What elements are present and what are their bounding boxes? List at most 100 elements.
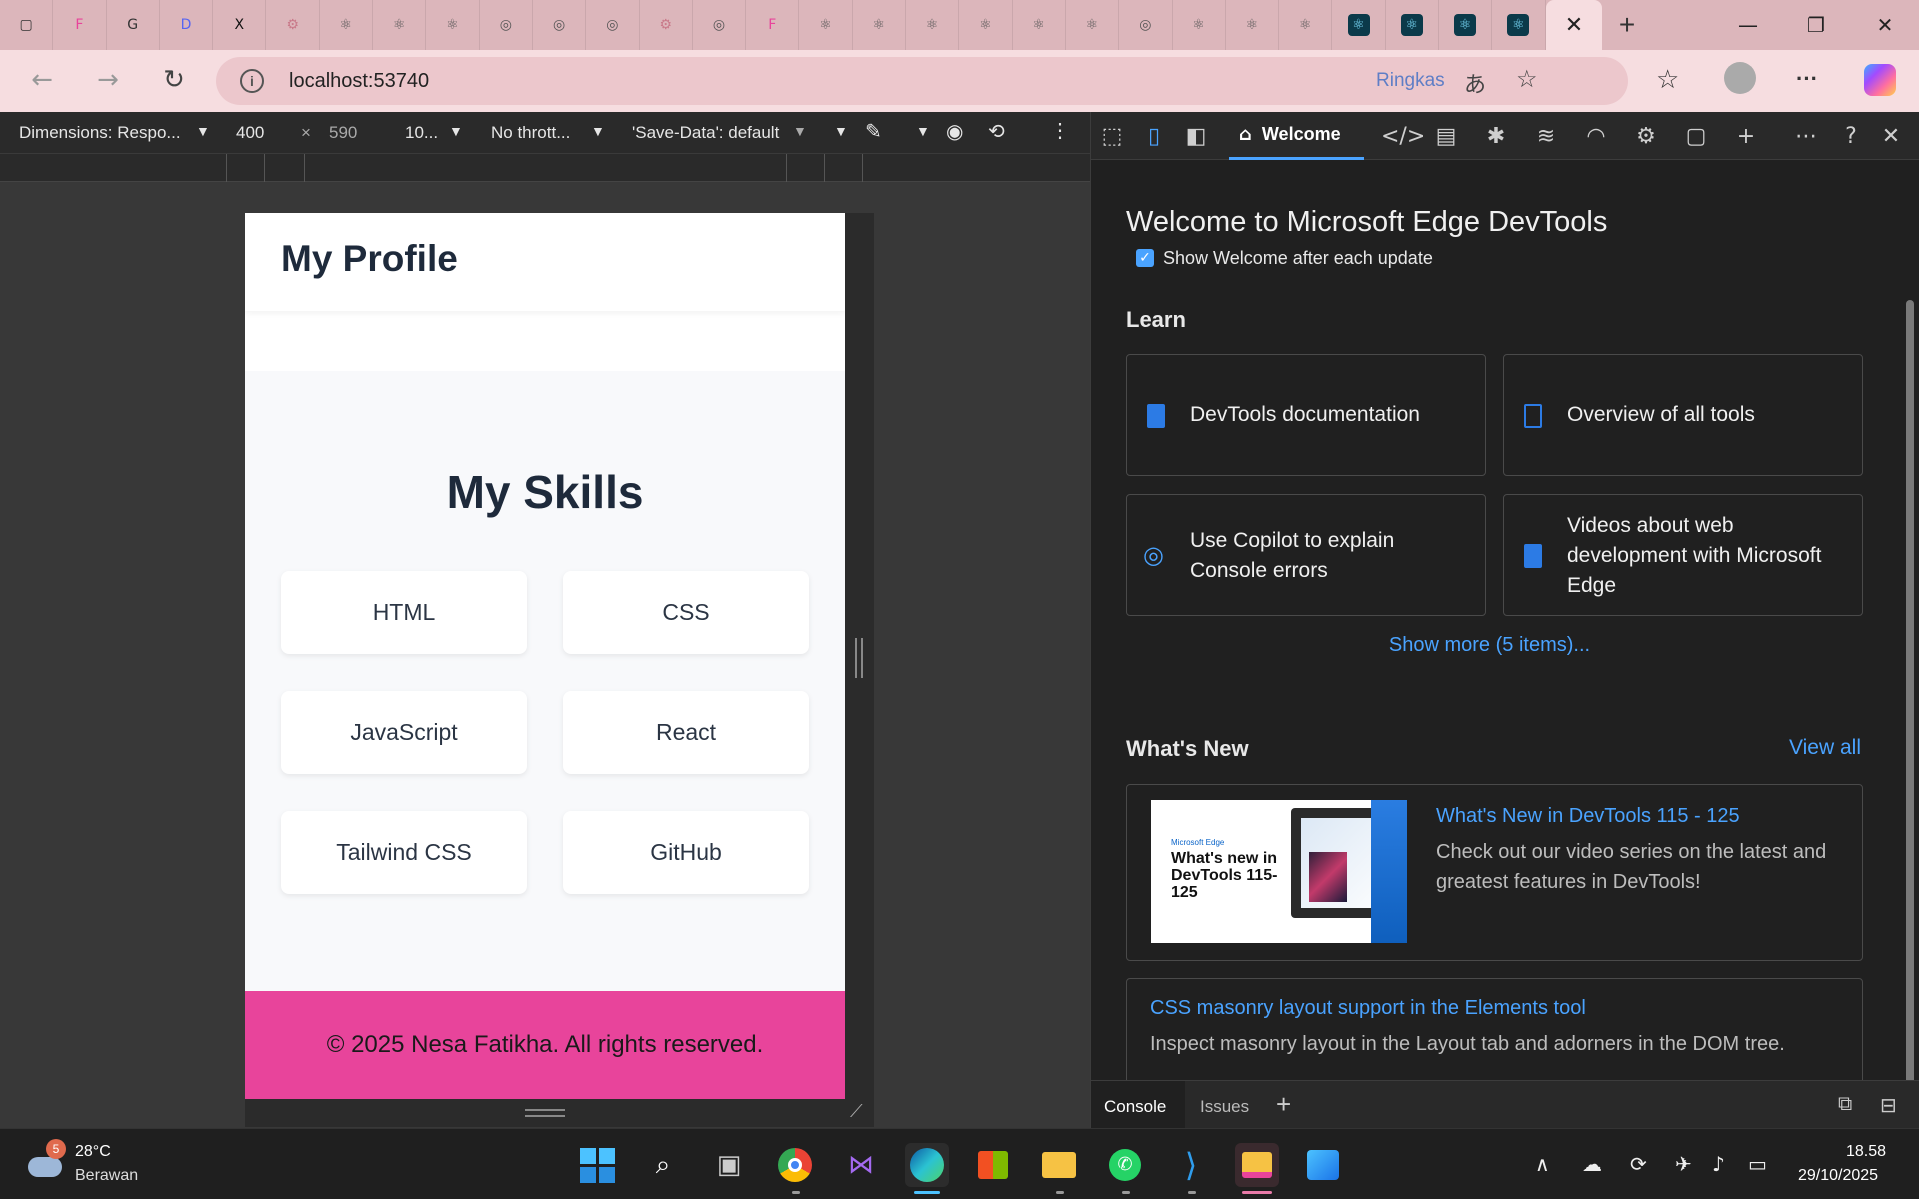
application-icon[interactable]: ▢ xyxy=(1681,122,1711,152)
rotate-icon[interactable]: ⟲ xyxy=(988,119,1005,144)
height-input[interactable]: 590 xyxy=(329,123,357,143)
chrome-icon[interactable] xyxy=(773,1143,817,1187)
browser-tab[interactable]: ⚛ xyxy=(1173,0,1226,50)
eye-icon[interactable]: ◉ xyxy=(946,119,963,144)
translate-icon[interactable]: あ xyxy=(1464,67,1486,99)
browser-tab[interactable]: ⚛ xyxy=(1439,0,1493,50)
close-window-button[interactable]: ✕ xyxy=(1857,0,1913,50)
news-title[interactable]: CSS masonry layout support in the Elemen… xyxy=(1150,997,1586,1020)
browser-tab[interactable]: ⚙ xyxy=(640,0,693,50)
airplane-mode-icon[interactable]: ✈ xyxy=(1675,1152,1692,1176)
show-more-link[interactable]: Show more (5 items)... xyxy=(1091,634,1888,657)
debug-icon[interactable]: ✱ xyxy=(1481,122,1511,152)
collapse-drawer-icon[interactable]: ⊟ xyxy=(1880,1093,1897,1118)
settings-more-button[interactable]: ··· xyxy=(1796,66,1818,92)
favorites-icon[interactable]: ☆ xyxy=(1656,64,1679,95)
whatsapp-icon[interactable]: ✆ xyxy=(1103,1143,1147,1187)
tab-welcome[interactable]: ⌂ Welcome xyxy=(1229,112,1364,160)
clock-date[interactable]: 29/10/2025 xyxy=(1798,1167,1878,1185)
dimensions-select[interactable]: Dimensions: Respo... xyxy=(19,123,181,143)
memory-icon[interactable]: ⚙ xyxy=(1631,122,1661,152)
browser-tab[interactable]: ⚛ xyxy=(1332,0,1386,50)
copilot-icon[interactable] xyxy=(1864,64,1896,96)
browser-tab[interactable]: ⚛ xyxy=(1279,0,1333,50)
favorite-star-icon[interactable]: ☆ xyxy=(1516,65,1538,94)
browser-tab[interactable]: ⚛ xyxy=(799,0,853,50)
edge-icon[interactable] xyxy=(905,1143,949,1187)
browser-tab[interactable]: ◎ xyxy=(586,0,640,50)
dock-drawer-icon[interactable]: ⧉ xyxy=(1838,1093,1852,1116)
viewport-bottom-resize[interactable]: ⟋ xyxy=(245,1099,874,1127)
news-title[interactable]: What's New in DevTools 115 - 125 xyxy=(1436,805,1740,828)
maximize-button[interactable]: ❐ xyxy=(1788,0,1844,50)
learn-card-videos[interactable]: Videos about web development with Micros… xyxy=(1503,494,1863,616)
minimize-button[interactable]: — xyxy=(1720,0,1776,50)
network-icon[interactable]: ≋ xyxy=(1531,122,1561,152)
chevron-down-icon[interactable]: ▼ xyxy=(916,123,930,139)
viewport-resize-handle[interactable] xyxy=(845,213,874,1099)
show-hidden-icons[interactable]: ∧ xyxy=(1535,1152,1550,1176)
browser-tab[interactable]: ◎ xyxy=(480,0,533,50)
browser-tab[interactable]: F xyxy=(746,0,800,50)
file-explorer-icon[interactable] xyxy=(1037,1143,1081,1187)
width-input[interactable]: 400 xyxy=(236,123,264,143)
chevron-down-icon[interactable]: ▼ xyxy=(449,123,463,139)
browser-tab[interactable]: ⚛ xyxy=(1066,0,1120,50)
browser-tab[interactable]: X xyxy=(213,0,267,50)
browser-tab[interactable]: ⚛ xyxy=(853,0,907,50)
learn-card-docs[interactable]: DevTools documentation xyxy=(1126,354,1486,476)
help-icon[interactable]: ? xyxy=(1836,122,1866,152)
customize-icon[interactable]: ⋯ xyxy=(1791,122,1821,152)
active-tab[interactable]: ✕ xyxy=(1546,0,1602,50)
chevron-down-icon[interactable]: ▼ xyxy=(591,123,605,139)
cloud-sync-icon[interactable]: ☁ xyxy=(1582,1152,1602,1176)
chevron-down-icon[interactable]: ▼ xyxy=(793,123,807,139)
browser-tab[interactable]: ⚛ xyxy=(1386,0,1440,50)
browser-tab[interactable]: ⚛ xyxy=(1013,0,1066,50)
browser-tab[interactable]: G xyxy=(107,0,160,50)
search-icon[interactable]: ⌕ xyxy=(641,1143,685,1187)
performance-icon[interactable]: ◠ xyxy=(1581,122,1611,152)
vscode-icon[interactable]: ⟩ xyxy=(1169,1143,1213,1187)
task-view-icon[interactable]: ▣ xyxy=(707,1143,751,1187)
dock-icon[interactable]: ◧ xyxy=(1181,122,1211,152)
add-drawer-tab-button[interactable]: + xyxy=(1276,1089,1291,1120)
resize-corner-icon[interactable]: ⟋ xyxy=(850,1101,863,1122)
forward-button[interactable]: → xyxy=(88,60,128,100)
more-tools-icon[interactable]: + xyxy=(1731,122,1761,152)
url-text[interactable]: localhost:53740 xyxy=(289,70,429,93)
clock-time[interactable]: 18.58 xyxy=(1846,1143,1886,1161)
browser-tab[interactable]: ⚛ xyxy=(320,0,374,50)
browser-tab[interactable]: F xyxy=(53,0,107,50)
photos-icon[interactable] xyxy=(1301,1143,1345,1187)
browser-tab[interactable]: ⚙ xyxy=(266,0,320,50)
browser-tab[interactable]: ⚛ xyxy=(959,0,1013,50)
show-welcome-checkbox[interactable]: ✓ xyxy=(1136,249,1154,267)
browser-tab[interactable]: ▢ xyxy=(0,0,54,50)
browser-tab[interactable]: ⚛ xyxy=(1226,0,1280,50)
save-data-select[interactable]: 'Save-Data': default xyxy=(632,123,779,143)
browser-tab[interactable]: ◎ xyxy=(533,0,587,50)
throttle-select[interactable]: No thrott... xyxy=(491,123,570,143)
show-welcome-label[interactable]: Show Welcome after each update xyxy=(1163,248,1433,269)
tab-console[interactable]: Console xyxy=(1104,1097,1166,1117)
learn-card-copilot[interactable]: ◎ Use Copilot to explain Console errors xyxy=(1126,494,1486,616)
browser-tab[interactable]: ⚛ xyxy=(426,0,480,50)
profile-avatar[interactable] xyxy=(1724,62,1756,94)
zoom-select[interactable]: 10... xyxy=(405,123,438,143)
chevron-down-icon[interactable]: ▼ xyxy=(834,123,848,139)
device-emulation-icon[interactable]: ▯ xyxy=(1139,122,1169,152)
browser-tab[interactable]: ⚛ xyxy=(373,0,427,50)
learn-card-overview[interactable]: Overview of all tools xyxy=(1503,354,1863,476)
folder-app-icon[interactable] xyxy=(1235,1143,1279,1187)
browser-tab[interactable]: ◎ xyxy=(693,0,747,50)
news-card[interactable]: Microsoft Edge What's new in DevTools 11… xyxy=(1126,784,1863,961)
news-card[interactable]: CSS masonry layout support in the Elemen… xyxy=(1126,978,1863,1080)
ringkas-button[interactable]: Ringkas xyxy=(1376,70,1445,92)
weather-widget[interactable]: 5 xyxy=(24,1139,66,1185)
address-bar[interactable]: i localhost:53740 Ringkas あ ☆ xyxy=(216,57,1628,105)
tab-issues[interactable]: Issues xyxy=(1200,1097,1249,1117)
site-info-icon[interactable]: i xyxy=(240,69,264,93)
reload-button[interactable]: ↻ xyxy=(154,60,194,100)
inspect-icon[interactable]: ⬚ xyxy=(1097,122,1127,152)
